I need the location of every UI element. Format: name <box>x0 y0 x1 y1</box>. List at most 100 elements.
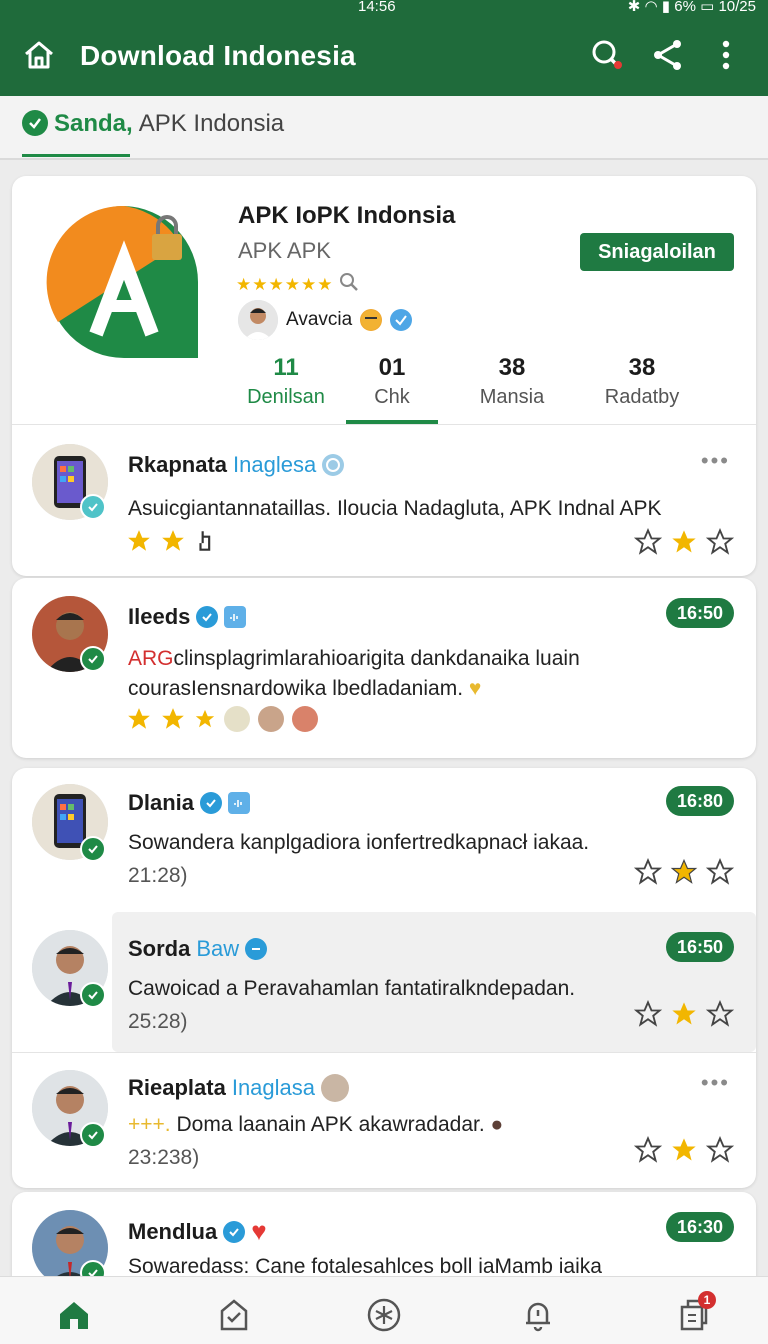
star-filled-icon[interactable] <box>670 1136 698 1164</box>
time-badge: 16:80 <box>666 786 734 816</box>
verified-badge-icon <box>196 606 219 628</box>
reviews-card: Dlania 16:80 Sowandera kanplgadiora ionf… <box>12 768 756 1188</box>
tab-sanda[interactable]: Sanda, APK Indonsia <box>22 110 284 158</box>
reaction-avatar <box>224 706 250 732</box>
reaction-avatar <box>258 706 284 732</box>
more-options-icon[interactable]: ••• <box>701 448 730 474</box>
star-filled-icon[interactable] <box>670 1000 698 1028</box>
notification-count-badge: 1 <box>698 1291 716 1309</box>
reviewer-name: Dlania <box>128 790 251 816</box>
nav-library-icon[interactable]: 1 <box>676 1291 716 1333</box>
globe-badge-icon <box>322 454 345 476</box>
battery-icon: ▭ <box>700 0 715 15</box>
verified-check-icon <box>80 494 106 520</box>
review-stars <box>126 706 318 732</box>
star-outline-icon[interactable] <box>706 528 734 556</box>
review-card[interactable]: Ileeds 16:50 ARGclinsplagrimlarahioarigi… <box>12 578 756 758</box>
pointer-icon <box>199 531 211 551</box>
reviewer-name-text: Mendlua <box>128 1218 218 1244</box>
stat-label: Chk <box>374 386 410 408</box>
verified-badge-icon <box>223 1220 246 1243</box>
review-text: Cawoicad a Peravahamlan fantatiralkndepa… <box>128 977 576 1000</box>
reviewer-name-text: Dlania <box>128 790 195 815</box>
more-options-icon[interactable]: ••• <box>701 1070 730 1096</box>
status-time: 14:56 <box>358 0 396 15</box>
reviewer-name-text: Ileeds <box>128 604 191 629</box>
more-vert-icon[interactable] <box>716 38 736 77</box>
star-outline-icon[interactable] <box>634 1000 662 1028</box>
reaction-emoji-icon: ● <box>490 1113 504 1136</box>
verified-badge-icon <box>390 309 413 331</box>
stat-value: 38 <box>498 354 526 381</box>
rating-stars: ★★★★★★ <box>236 274 334 294</box>
verified-badge-icon <box>200 792 223 814</box>
star-filled-icon[interactable] <box>670 858 698 886</box>
review-time: 23:238) <box>128 1146 200 1169</box>
verified-check-icon <box>80 1122 106 1148</box>
verified-badge-icon <box>245 938 268 960</box>
audio-badge-icon <box>228 792 251 814</box>
review-item[interactable]: Rkapnata Inaglesa ••• Asuicgiantannatail… <box>12 426 756 576</box>
search-icon[interactable] <box>590 38 624 77</box>
stat-check[interactable]: 01 Chk <box>322 354 462 409</box>
divider <box>12 424 756 425</box>
reviewer-name: Ileeds <box>128 604 247 630</box>
check-circle-icon <box>22 110 48 136</box>
reviewer-name-text: Rkapnata <box>128 452 228 477</box>
verified-check-icon <box>80 982 106 1008</box>
star-filled-icon <box>195 709 215 728</box>
tab-indicator <box>22 154 130 157</box>
stat-value: 01 <box>378 354 406 381</box>
nav-home-icon[interactable] <box>56 1297 92 1333</box>
author-avatar <box>238 300 278 340</box>
home-icon[interactable] <box>22 38 56 77</box>
star-filled-icon[interactable] <box>670 528 698 556</box>
review-text-prefix: +++. <box>128 1113 171 1136</box>
install-button[interactable]: Sniagaloilan <box>580 233 734 271</box>
rating-action-stars[interactable] <box>634 858 734 886</box>
review-text: ARGclinsplagrimlarahioarigita dankdanaik… <box>128 644 728 704</box>
app-author[interactable]: Avavcia <box>238 300 413 340</box>
review-text-red: clinsplagrimlarahioarigita dankdanaika l… <box>173 647 580 670</box>
review-item[interactable]: Sorda Baw 16:50 Cawoicad a Peravahamlan … <box>12 912 756 1052</box>
nav-notifications-icon[interactable] <box>520 1297 556 1333</box>
time-badge: 16:50 <box>666 932 734 962</box>
star-outline-icon[interactable] <box>634 858 662 886</box>
rating-action-stars[interactable] <box>634 528 734 556</box>
rating-action-stars[interactable] <box>634 1000 734 1028</box>
stat-radatby[interactable]: 38 Radatby <box>572 354 712 409</box>
star-outline-icon[interactable] <box>706 1136 734 1164</box>
stat-value: 38 <box>628 354 656 381</box>
app-logo <box>46 204 202 360</box>
heart-emoji-icon: ♥ <box>468 677 482 700</box>
app-bar: Download Indonesia <box>0 16 768 96</box>
star-outline-icon[interactable] <box>634 528 662 556</box>
review-item[interactable]: Dlania 16:80 Sowandera kanplgadiora ionf… <box>12 768 756 908</box>
review-text-body: Doma laanain APK akawradadar. <box>176 1113 485 1136</box>
app-name: APK IoPK Indonsia <box>238 202 456 229</box>
star-outline-icon[interactable] <box>706 858 734 886</box>
emoji-badge-icon <box>360 309 383 331</box>
star-outline-icon[interactable] <box>706 1000 734 1028</box>
nav-star-icon[interactable] <box>366 1297 402 1333</box>
reviewer-name: Rkapnata Inaglesa <box>128 452 345 478</box>
signal-icon: ▮ <box>661 0 671 15</box>
rating-action-stars[interactable] <box>634 1136 734 1164</box>
search-small-icon[interactable] <box>339 272 359 297</box>
review-item[interactable]: Rieaplata Inaglasa ••• +++. Doma laanain… <box>12 1054 756 1188</box>
star-outline-icon[interactable] <box>634 1136 662 1164</box>
tab-label-secondary: APK Indonsia <box>138 110 285 137</box>
reviewer-name-text: Sorda <box>128 936 191 961</box>
stat-mansia[interactable]: 38 Mansia <box>442 354 582 409</box>
time-badge: 16:50 <box>666 598 734 628</box>
tab-label-primary: Sanda, <box>54 110 133 137</box>
star-filled-icon <box>162 708 184 729</box>
nav-verified-icon[interactable] <box>216 1297 252 1333</box>
author-name: Avavcia <box>286 309 353 330</box>
reviewer-name: Sorda Baw <box>128 936 268 962</box>
reviewer-tag: Inaglasa <box>231 1075 316 1100</box>
review-time: 21:28) <box>128 864 188 887</box>
verified-check-icon <box>80 646 106 672</box>
heart-icon: ♥ <box>251 1216 267 1246</box>
share-icon[interactable] <box>652 38 684 77</box>
